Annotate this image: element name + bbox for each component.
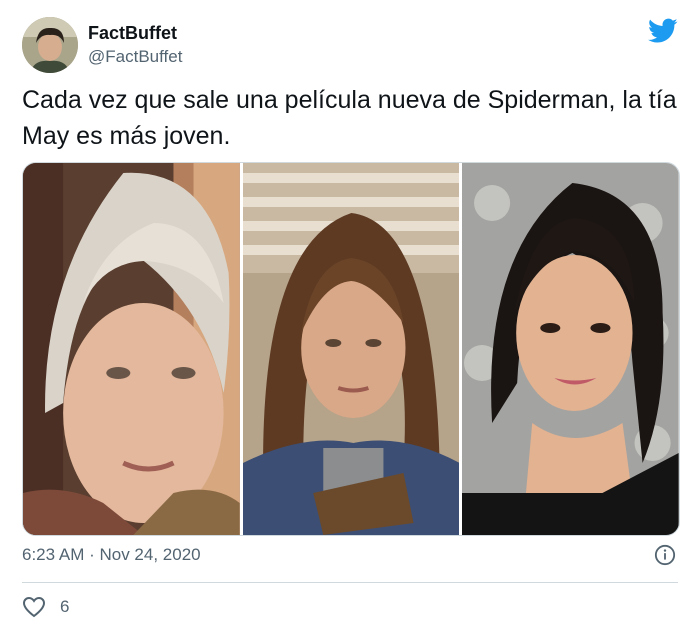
user-handle[interactable]: @FactBuffet <box>88 46 182 68</box>
tweet-timestamp[interactable]: 6:23 AM · Nov 24, 2020 <box>22 544 201 566</box>
photo-elderly-woman <box>23 163 240 535</box>
photo-2[interactable] <box>242 163 460 535</box>
twitter-bird-icon[interactable] <box>648 18 678 44</box>
photo-1[interactable] <box>23 163 240 535</box>
divider <box>22 582 678 583</box>
heart-icon[interactable] <box>22 596 46 618</box>
avatar-image <box>22 17 78 73</box>
tweet-text: Cada vez que sale una película nueva de … <box>22 86 677 150</box>
photo-3[interactable] <box>462 163 679 535</box>
media-grid[interactable] <box>22 162 680 536</box>
display-name[interactable]: FactBuffet <box>88 22 177 44</box>
like-count: 6 <box>60 597 70 616</box>
photo-young-woman <box>462 163 679 535</box>
avatar[interactable] <box>22 17 78 73</box>
like-action[interactable]: 6 <box>22 596 69 618</box>
tweet-card: FactBuffet @FactBuffet Cada vez que sale… <box>0 0 700 636</box>
photo-middle-aged-woman <box>242 163 460 535</box>
info-icon[interactable] <box>654 544 676 566</box>
